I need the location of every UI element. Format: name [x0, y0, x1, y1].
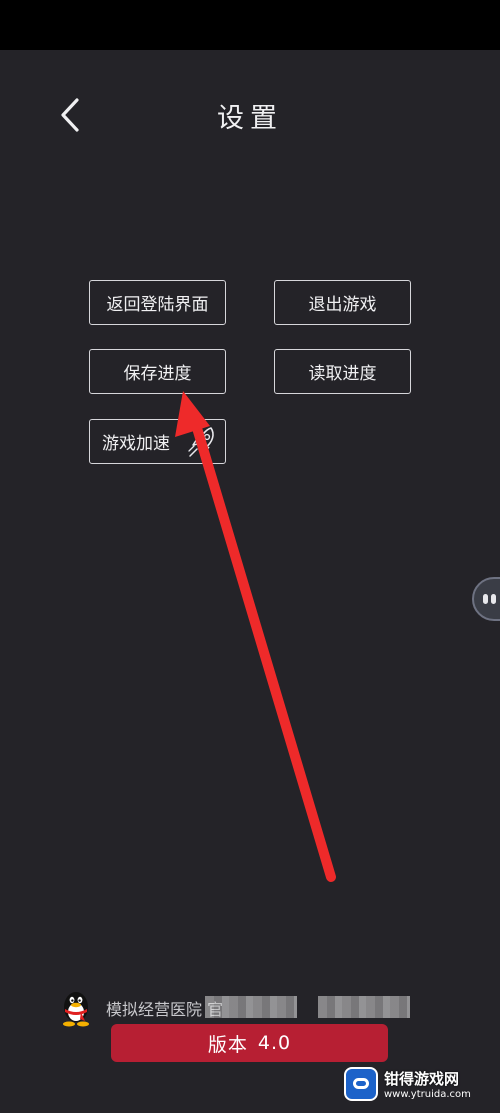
qq-group-row[interactable]: 模拟经营医院 官 [56, 988, 223, 1028]
settings-screen [0, 50, 500, 1113]
game-speedup-button[interactable]: 游戏加速 [89, 419, 226, 464]
qq-penguin-icon [63, 992, 89, 1027]
game-speedup-label: 游戏加速 [102, 434, 170, 454]
version-number: 4.0 [257, 1032, 292, 1054]
load-progress-button[interactable]: 读取进度 [274, 349, 411, 394]
gamepad-logo-icon [344, 1067, 378, 1101]
exit-game-button[interactable]: 退出游戏 [274, 280, 411, 325]
assistant-eye-left [483, 594, 488, 604]
watermark-title: 钳得游戏网 [384, 1070, 460, 1088]
version-bar: 版本 4.0 [111, 1024, 388, 1062]
site-watermark: 钳得游戏网 www.ytruida.com [344, 1061, 494, 1107]
assistant-eye-right [491, 594, 496, 604]
page-title: 设置 [217, 103, 283, 134]
blurred-text [318, 996, 410, 1018]
rocket-icon [188, 427, 214, 457]
status-bar [0, 0, 500, 50]
blurred-text [205, 996, 297, 1018]
save-progress-button[interactable]: 保存进度 [89, 349, 226, 394]
watermark-url: www.ytruida.com [384, 1089, 471, 1100]
version-label: 版本 [207, 1033, 248, 1056]
return-login-button[interactable]: 返回登陆界面 [89, 280, 226, 325]
